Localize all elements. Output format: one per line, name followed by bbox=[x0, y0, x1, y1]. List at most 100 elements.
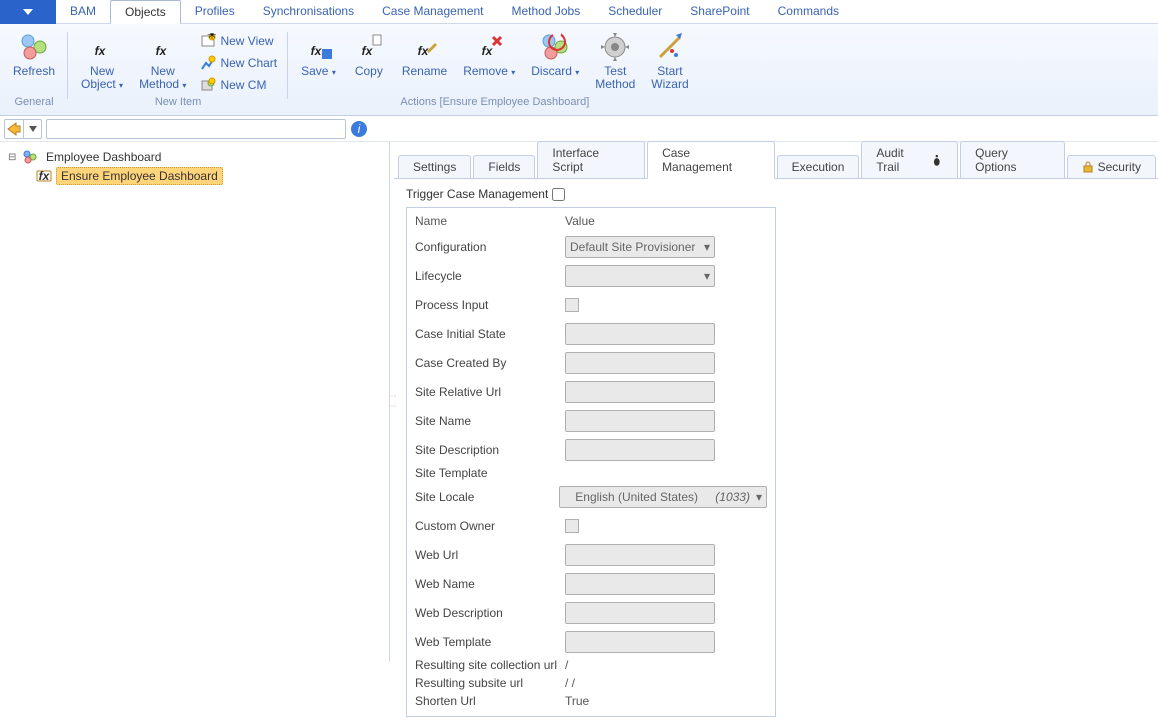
menu-scheduler[interactable]: Scheduler bbox=[594, 0, 676, 23]
svg-text:✳: ✳ bbox=[207, 33, 216, 42]
row-case-created-by: Case Created By bbox=[415, 348, 767, 377]
row-process-input: Process Input bbox=[415, 290, 767, 319]
tab-execution[interactable]: Execution bbox=[777, 155, 860, 179]
check-custom-owner[interactable] bbox=[565, 519, 579, 533]
nav-row: i bbox=[0, 116, 1158, 142]
field-label: Site Template bbox=[415, 466, 565, 480]
tab-security[interactable]: Security bbox=[1067, 155, 1156, 179]
field-label: Case Created By bbox=[415, 356, 565, 370]
menu-method-jobs[interactable]: Method Jobs bbox=[498, 0, 595, 23]
row-web-description: Web Description bbox=[415, 598, 767, 627]
field-label: Web Name bbox=[415, 577, 565, 591]
ribbon-save[interactable]: fxSave ▾ bbox=[294, 28, 343, 82]
field-label: Resulting site collection url bbox=[415, 658, 565, 672]
row-web-name: Web Name bbox=[415, 569, 767, 598]
fx-icon: fx bbox=[36, 168, 52, 184]
app-menu-button[interactable] bbox=[0, 0, 56, 24]
ribbon-discard[interactable]: Discard ▾ bbox=[524, 28, 586, 82]
svg-text:i: i bbox=[358, 122, 361, 136]
svg-text:fx: fx bbox=[361, 44, 373, 58]
menu-case-management[interactable]: Case Management bbox=[368, 0, 497, 23]
tab-audit-trail[interactable]: Audit Trail bbox=[861, 141, 958, 179]
ribbon-remove[interactable]: fxRemove ▾ bbox=[456, 28, 522, 82]
field-label: Resulting subsite url bbox=[415, 676, 565, 690]
tree-pane: ⊟ Employee Dashboard fx Ensure Employee … bbox=[0, 142, 390, 662]
nav-back-icon[interactable] bbox=[5, 120, 23, 138]
check-process-input[interactable] bbox=[565, 298, 579, 312]
lock-icon bbox=[1082, 161, 1094, 173]
ribbon-test-method[interactable]: TestMethod bbox=[588, 28, 642, 94]
input-web-name[interactable] bbox=[565, 573, 715, 595]
trigger-checkbox[interactable] bbox=[552, 188, 565, 201]
input-case-created-by[interactable] bbox=[565, 352, 715, 374]
tab-case-management[interactable]: Case Management bbox=[647, 141, 775, 179]
row-web-url: Web Url bbox=[415, 540, 767, 569]
row-custom-owner: Custom Owner bbox=[415, 511, 767, 540]
ribbon-group-label: Actions [Ensure Employee Dashboard] bbox=[294, 96, 696, 112]
tree-root[interactable]: ⊟ Employee Dashboard bbox=[6, 148, 383, 166]
select-site-locale[interactable]: English (United States) (1033) ▾ bbox=[559, 486, 767, 508]
field-label: Custom Owner bbox=[415, 519, 565, 533]
input-site-relative-url[interactable] bbox=[565, 381, 715, 403]
ribbon-new-chart[interactable]: New Chart bbox=[195, 52, 282, 74]
trigger-label: Trigger Case Management bbox=[406, 187, 548, 201]
menu-commands[interactable]: Commands bbox=[764, 0, 853, 23]
row-web-template: Web Template bbox=[415, 627, 767, 656]
select-lifecycle[interactable]: ▾ bbox=[565, 265, 715, 287]
field-label: Web Description bbox=[415, 606, 565, 620]
select-configuration[interactable]: Default Site Provisioner▾ bbox=[565, 236, 715, 258]
row-site-locale: Site LocaleEnglish (United States) (1033… bbox=[415, 482, 767, 511]
row-site-description: Site Description bbox=[415, 435, 767, 464]
field-label: Web Url bbox=[415, 548, 565, 562]
field-label: Site Name bbox=[415, 414, 565, 428]
collapse-icon[interactable]: ⊟ bbox=[8, 152, 18, 163]
field-label: Site Description bbox=[415, 443, 565, 457]
menu-objects[interactable]: Objects bbox=[110, 0, 181, 24]
menu-profiles[interactable]: Profiles bbox=[181, 0, 249, 23]
ribbon-start-wizard[interactable]: StartWizard bbox=[644, 28, 695, 94]
ribbon-new-method[interactable]: fxNewMethod ▾ bbox=[132, 28, 193, 95]
ribbon-new-object[interactable]: fxNewObject ▾ bbox=[74, 28, 130, 95]
tree-child[interactable]: fx Ensure Employee Dashboard bbox=[34, 166, 383, 186]
row-resulting-site-collection-url: Resulting site collection url/ bbox=[415, 656, 767, 674]
ribbon-new-cm[interactable]: New CM bbox=[195, 74, 271, 96]
tab-query-options[interactable]: Query Options bbox=[960, 141, 1064, 179]
menu-bam[interactable]: BAM bbox=[56, 0, 110, 23]
row-case-initial-state: Case Initial State bbox=[415, 319, 767, 348]
ribbon-group-label: General bbox=[6, 96, 62, 112]
tab-interface-script[interactable]: Interface Script bbox=[537, 141, 645, 179]
static-value: / bbox=[565, 658, 568, 672]
input-site-description[interactable] bbox=[565, 439, 715, 461]
tab-settings[interactable]: Settings bbox=[398, 155, 471, 179]
row-site-relative-url: Site Relative Url bbox=[415, 377, 767, 406]
static-value: True bbox=[565, 694, 589, 708]
svg-text:fx: fx bbox=[95, 44, 107, 58]
menu-sharepoint[interactable]: SharePoint bbox=[676, 0, 763, 23]
object-icon bbox=[22, 149, 38, 165]
ribbon-new-view[interactable]: ✳New View bbox=[195, 30, 278, 52]
nav-history[interactable] bbox=[4, 119, 42, 139]
field-label: Case Initial State bbox=[415, 327, 565, 341]
field-label: Configuration bbox=[415, 240, 565, 254]
ribbon-rename[interactable]: fxRename bbox=[395, 28, 454, 81]
tab-fields[interactable]: Fields bbox=[473, 155, 535, 179]
menubar: BAMObjectsProfilesSynchronisationsCase M… bbox=[0, 0, 1158, 24]
ribbon-refresh[interactable]: Refresh bbox=[6, 28, 62, 81]
svg-text:fx: fx bbox=[155, 44, 167, 58]
input-web-template[interactable] bbox=[565, 631, 715, 653]
ribbon-copy[interactable]: fxCopy bbox=[345, 28, 393, 81]
input-web-description[interactable] bbox=[565, 602, 715, 624]
input-case-initial-state[interactable] bbox=[565, 323, 715, 345]
row-site-template: Site Template bbox=[415, 464, 767, 482]
row-shorten-url: Shorten UrlTrue bbox=[415, 692, 767, 710]
form-area: Trigger Case Management Name Value Confi… bbox=[394, 179, 1158, 725]
info-icon[interactable]: i bbox=[350, 120, 368, 138]
input-web-url[interactable] bbox=[565, 544, 715, 566]
search-input[interactable] bbox=[46, 119, 346, 139]
field-label: Lifecycle bbox=[415, 269, 565, 283]
menu-synchronisations[interactable]: Synchronisations bbox=[249, 0, 368, 23]
field-label: Site Relative Url bbox=[415, 385, 565, 399]
content: ⊟ Employee Dashboard fx Ensure Employee … bbox=[0, 142, 1158, 662]
input-site-name[interactable] bbox=[565, 410, 715, 432]
nav-dropdown-icon[interactable] bbox=[23, 120, 41, 138]
